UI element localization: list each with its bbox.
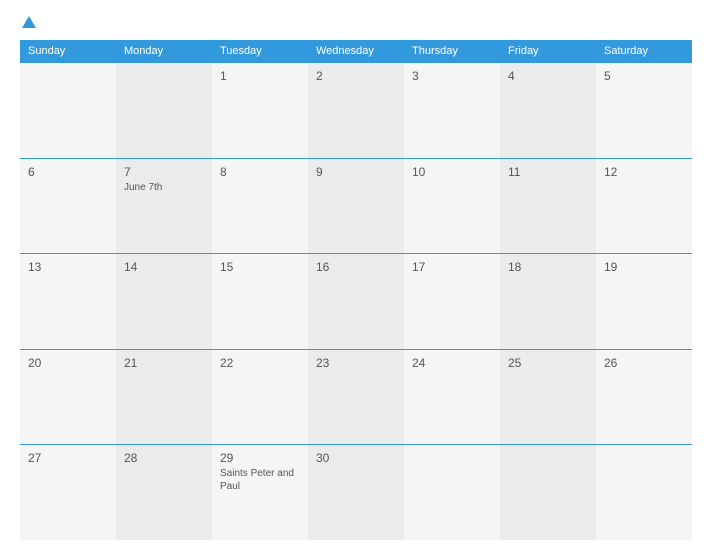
calendar-cell: 3 bbox=[404, 63, 500, 159]
weekday-header-friday: Friday bbox=[500, 40, 596, 63]
week-row-5: 27 28 29 Saints Peter and Paul 30 bbox=[20, 445, 692, 541]
day-number: 4 bbox=[508, 69, 588, 83]
weekday-header-thursday: Thursday bbox=[404, 40, 500, 63]
logo-text bbox=[20, 16, 36, 30]
day-number: 29 bbox=[220, 451, 300, 465]
day-number: 16 bbox=[316, 260, 396, 274]
calendar-cell: 1 bbox=[212, 63, 308, 159]
day-number: 18 bbox=[508, 260, 588, 274]
calendar-cell bbox=[500, 445, 596, 541]
calendar-page: SundayMondayTuesdayWednesdayThursdayFrid… bbox=[0, 0, 712, 550]
day-number: 5 bbox=[604, 69, 684, 83]
calendar-cell: 18 bbox=[500, 254, 596, 350]
day-number: 20 bbox=[28, 356, 108, 370]
calendar-cell: 27 bbox=[20, 445, 116, 541]
day-number: 23 bbox=[316, 356, 396, 370]
calendar-cell: 8 bbox=[212, 158, 308, 254]
calendar-cell bbox=[596, 445, 692, 541]
calendar-cell: 26 bbox=[596, 349, 692, 445]
calendar-cell: 4 bbox=[500, 63, 596, 159]
calendar-cell: 23 bbox=[308, 349, 404, 445]
calendar-cell: 21 bbox=[116, 349, 212, 445]
day-number: 15 bbox=[220, 260, 300, 274]
weekday-header-row: SundayMondayTuesdayWednesdayThursdayFrid… bbox=[20, 40, 692, 63]
day-number: 19 bbox=[604, 260, 684, 274]
day-number: 8 bbox=[220, 165, 300, 179]
weekday-header-monday: Monday bbox=[116, 40, 212, 63]
day-number: 24 bbox=[412, 356, 492, 370]
logo bbox=[20, 16, 36, 30]
calendar-cell: 24 bbox=[404, 349, 500, 445]
day-number: 21 bbox=[124, 356, 204, 370]
calendar-cell: 30 bbox=[308, 445, 404, 541]
day-number: 17 bbox=[412, 260, 492, 274]
calendar-cell: 16 bbox=[308, 254, 404, 350]
week-row-3: 13 14 15 16 17 18 19 bbox=[20, 254, 692, 350]
calendar-cell: 6 bbox=[20, 158, 116, 254]
day-number: 10 bbox=[412, 165, 492, 179]
calendar-cell bbox=[116, 63, 212, 159]
day-number: 9 bbox=[316, 165, 396, 179]
calendar-cell: 28 bbox=[116, 445, 212, 541]
calendar-cell: 22 bbox=[212, 349, 308, 445]
weekday-header-wednesday: Wednesday bbox=[308, 40, 404, 63]
event-label: Saints Peter and Paul bbox=[220, 467, 300, 493]
calendar-cell: 14 bbox=[116, 254, 212, 350]
calendar-cell: 17 bbox=[404, 254, 500, 350]
day-number: 14 bbox=[124, 260, 204, 274]
calendar-cell: 13 bbox=[20, 254, 116, 350]
calendar-cell: 2 bbox=[308, 63, 404, 159]
day-number: 27 bbox=[28, 451, 108, 465]
event-label: June 7th bbox=[124, 181, 204, 194]
calendar-cell: 11 bbox=[500, 158, 596, 254]
day-number: 22 bbox=[220, 356, 300, 370]
calendar-cell: 9 bbox=[308, 158, 404, 254]
day-number: 6 bbox=[28, 165, 108, 179]
day-number: 13 bbox=[28, 260, 108, 274]
calendar-cell: 7 June 7th bbox=[116, 158, 212, 254]
day-number: 2 bbox=[316, 69, 396, 83]
day-number: 12 bbox=[604, 165, 684, 179]
week-row-2: 6 7 June 7th 8 9 10 11 12 bbox=[20, 158, 692, 254]
day-number: 26 bbox=[604, 356, 684, 370]
weekday-header-tuesday: Tuesday bbox=[212, 40, 308, 63]
calendar-cell: 10 bbox=[404, 158, 500, 254]
weekday-header-saturday: Saturday bbox=[596, 40, 692, 63]
calendar-cell: 29 Saints Peter and Paul bbox=[212, 445, 308, 541]
week-row-1: 1 2 3 4 5 bbox=[20, 63, 692, 159]
calendar-cell: 25 bbox=[500, 349, 596, 445]
day-number: 25 bbox=[508, 356, 588, 370]
logo-triangle-icon bbox=[22, 16, 36, 28]
calendar-cell: 20 bbox=[20, 349, 116, 445]
calendar-cell: 12 bbox=[596, 158, 692, 254]
day-number: 28 bbox=[124, 451, 204, 465]
week-row-4: 20 21 22 23 24 25 26 bbox=[20, 349, 692, 445]
header bbox=[20, 16, 692, 30]
calendar-cell: 15 bbox=[212, 254, 308, 350]
day-number: 1 bbox=[220, 69, 300, 83]
calendar-cell bbox=[404, 445, 500, 541]
day-number: 7 bbox=[124, 165, 204, 179]
day-number: 3 bbox=[412, 69, 492, 83]
calendar-cell: 5 bbox=[596, 63, 692, 159]
weekday-header-sunday: Sunday bbox=[20, 40, 116, 63]
calendar-table: SundayMondayTuesdayWednesdayThursdayFrid… bbox=[20, 40, 692, 540]
logo-row1 bbox=[20, 16, 36, 30]
day-number: 11 bbox=[508, 165, 588, 179]
calendar-cell: 19 bbox=[596, 254, 692, 350]
day-number: 30 bbox=[316, 451, 396, 465]
calendar-cell bbox=[20, 63, 116, 159]
